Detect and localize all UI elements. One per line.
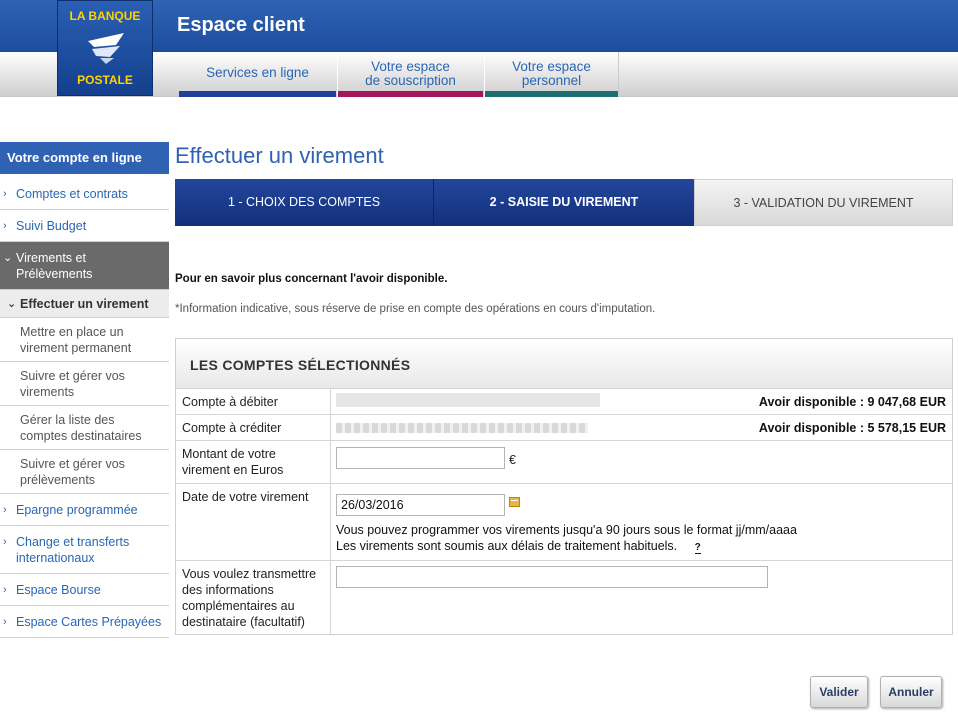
sidebar-item-label: Comptes et contrats [16, 187, 128, 201]
chevron-right-icon: › [3, 616, 7, 628]
value-montant: € [336, 441, 946, 483]
sidebar-subitem-label: Suivre et gérer vos prélèvements [20, 457, 125, 487]
label-compte-crediter: Compte à créditer [176, 415, 331, 440]
step-saisie-virement: 2 - SAISIE DU VIREMENT [433, 179, 694, 226]
nav-tab-underline [485, 91, 618, 97]
date-hint-line-2: Les virements sont soumis aux délais de … [336, 538, 797, 554]
selected-accounts-panel: LES COMPTES SÉLECTIONNÉS Compte à débite… [175, 338, 953, 635]
currency-symbol: € [509, 453, 516, 467]
page-header-title: Espace client [177, 14, 305, 36]
sidebar-item-label: Change et transferts internationaux [16, 535, 130, 565]
row-compte-debiter: Compte à débiter Avoir disponible : 9 04… [176, 389, 952, 415]
step-choix-comptes[interactable]: 1 - CHOIX DES COMPTES [175, 179, 433, 226]
row-compte-crediter: Compte à créditer Avoir disponible : 5 5… [176, 415, 952, 441]
sidebar-subitem-label: Gérer la liste des comptes destinataires [20, 413, 142, 443]
avoir-credit: Avoir disponible : 5 578,15 EUR [758, 421, 946, 435]
sidebar-subitem-label: Effectuer un virement [20, 297, 149, 311]
sidebar-item-label: Espace Cartes Prépayées [16, 615, 162, 629]
amount-input[interactable] [336, 447, 505, 469]
nav-tab-services-en-ligne[interactable]: Services en ligne [179, 52, 336, 97]
masked-account-number [336, 393, 600, 407]
row-informations: Vous voulez transmettre des informations… [176, 561, 952, 634]
step-validation-virement: 3 - VALIDATION DU VIREMENT [694, 179, 953, 226]
chevron-down-icon: ⌄ [7, 298, 17, 310]
bird-icon [88, 33, 124, 64]
sidebar-menu: › Comptes et contrats › Suivi Budget ⌄ V… [0, 178, 169, 638]
help-icon[interactable]: ? [694, 543, 701, 554]
nav-tab-underline [179, 91, 336, 97]
sidebar-subitem-suivre-virements[interactable]: Suivre et gérer vos virements [0, 362, 169, 406]
avoir-debit: Avoir disponible : 9 047,68 EUR [758, 395, 946, 409]
nav-tab-label: Services en ligne [206, 65, 309, 80]
sidebar-title: Votre compte en ligne [0, 142, 169, 174]
row-date: Date de votre virement Vous pouvez progr… [176, 484, 952, 561]
sidebar-item-label: Suivi Budget [16, 219, 87, 233]
chevron-right-icon: › [3, 188, 7, 200]
sidebar-subitem-effectuer-virement[interactable]: ⌄ Effectuer un virement [0, 290, 169, 318]
chevron-right-icon: › [3, 504, 7, 516]
sidebar-item-suivi-budget[interactable]: › Suivi Budget [0, 210, 169, 242]
sidebar-item-label: Virements et Prélèvements [16, 251, 93, 281]
sidebar-item-virements-prelevements[interactable]: ⌄ Virements et Prélèvements [0, 242, 169, 290]
row-montant: Montant de votre virement en Euros € [176, 441, 952, 484]
cancel-button[interactable]: Annuler [880, 676, 942, 708]
validate-button[interactable]: Valider [810, 676, 868, 708]
avoir-info-link[interactable]: Pour en savoir plus concernant l'avoir d… [175, 273, 447, 285]
sidebar-item-change-transferts[interactable]: › Change et transferts internationaux [0, 526, 169, 574]
label-informations: Vous voulez transmettre des informations… [176, 561, 331, 634]
chevron-right-icon: › [3, 220, 7, 232]
label-compte-debiter: Compte à débiter [176, 389, 331, 414]
date-hint-line-2-text: Les virements sont soumis aux délais de … [336, 539, 678, 553]
nav-tab-espace-souscription[interactable]: Votre espace de souscription [337, 52, 483, 97]
label-montant: Montant de votre virement en Euros [176, 441, 331, 483]
label-date: Date de votre virement [176, 484, 331, 560]
date-hint-line-1: Vous pouvez programmer vos virements jus… [336, 523, 797, 537]
sidebar-subitem-suivre-prelevements[interactable]: Suivre et gérer vos prélèvements [0, 450, 169, 494]
value-compte-crediter: Avoir disponible : 5 578,15 EUR [336, 415, 946, 440]
sidebar-subitem-comptes-destinataires[interactable]: Gérer la liste des comptes destinataires [0, 406, 169, 450]
masked-account-number [336, 423, 588, 433]
date-input[interactable] [336, 494, 505, 516]
sidebar-subitem-label: Suivre et gérer vos virements [20, 369, 125, 399]
nav-tab-label: Votre espace personnel [512, 59, 591, 88]
sidebar-item-label: Espace Bourse [16, 583, 101, 597]
chevron-down-icon: ⌄ [3, 252, 13, 264]
sidebar-subitem-label: Mettre en place un virement permanent [20, 325, 132, 355]
value-compte-debiter: Avoir disponible : 9 047,68 EUR [336, 389, 946, 414]
nav-tab-espace-personnel[interactable]: Votre espace personnel [484, 52, 619, 97]
logo-text-top: LA BANQUE [69, 9, 141, 23]
additional-info-input[interactable] [336, 566, 768, 588]
calendar-icon[interactable] [509, 497, 520, 507]
value-date: Vous pouvez programmer vos virements jus… [336, 484, 946, 560]
sidebar-item-epargne-programmee[interactable]: › Epargne programmée [0, 494, 169, 526]
chevron-right-icon: › [3, 584, 7, 596]
chevron-right-icon: › [3, 536, 7, 548]
bank-logo[interactable]: LA BANQUE POSTALE [57, 0, 153, 96]
sidebar-subitem-virement-permanent[interactable]: Mettre en place un virement permanent [0, 318, 169, 362]
wizard-steps: 1 - CHOIX DES COMPTES 2 - SAISIE DU VIRE… [175, 179, 953, 226]
value-informations [336, 561, 946, 634]
date-hint: Vous pouvez programmer vos virements jus… [336, 522, 797, 554]
logo-text-bottom: POSTALE [77, 73, 133, 87]
sidebar-item-comptes-contrats[interactable]: › Comptes et contrats [0, 178, 169, 210]
sidebar-item-label: Epargne programmée [16, 503, 138, 517]
nav-tab-underline [338, 91, 483, 97]
sidebar-item-cartes-prepayees[interactable]: › Espace Cartes Prépayées [0, 606, 169, 638]
section-title: LES COMPTES SÉLECTIONNÉS [176, 339, 952, 389]
info-note: *Information indicative, sous réserve de… [175, 303, 656, 315]
page-title: Effectuer un virement [175, 143, 384, 168]
sidebar-item-espace-bourse[interactable]: › Espace Bourse [0, 574, 169, 606]
nav-tab-label: Votre espace de souscription [365, 59, 456, 88]
